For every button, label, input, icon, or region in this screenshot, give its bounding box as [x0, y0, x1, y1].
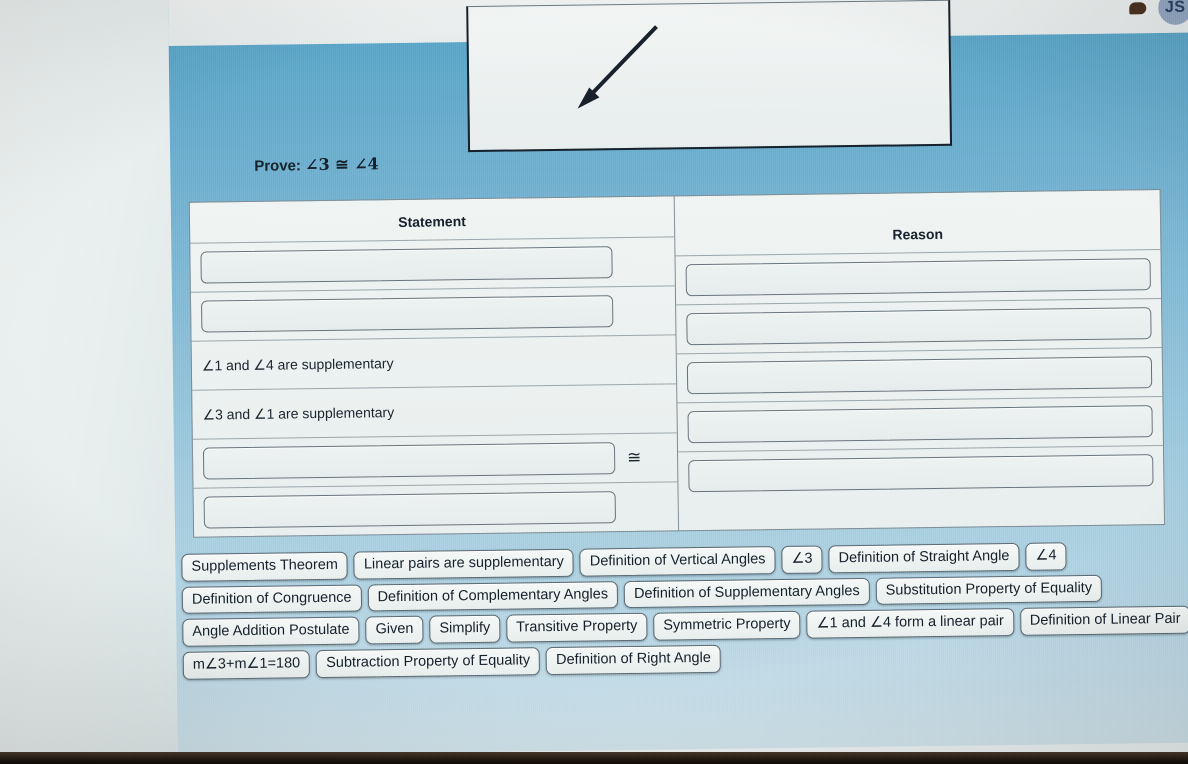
answer-chip[interactable]: Subtraction Property of Equality	[316, 647, 541, 678]
statement-column-header: Statement	[398, 213, 466, 231]
answer-chip[interactable]: Simplify	[429, 615, 501, 644]
table-row	[190, 285, 676, 341]
statement-dropzone-5[interactable]	[202, 442, 616, 480]
two-column-proof-table: Statement ∠1 and ∠4 are supplementary ∠3…	[188, 189, 1166, 538]
reason-dropzone-5[interactable]	[688, 454, 1154, 493]
table-row	[675, 249, 1162, 305]
answer-chip[interactable]: ∠3	[781, 545, 823, 574]
answer-chip[interactable]: Supplements Theorem	[181, 551, 349, 582]
prove-statement: Prove: ∠3 ≅ ∠4	[254, 154, 379, 175]
answer-chip[interactable]: Substitution Property of Equality	[875, 574, 1103, 606]
answer-chip[interactable]: Given	[365, 616, 424, 645]
reason-dropzone-1[interactable]	[685, 258, 1151, 297]
table-row: ≅	[192, 432, 678, 488]
answer-chip[interactable]: Definition of Supplementary Angles	[623, 577, 870, 609]
table-row: ∠1 and ∠4 are supplementary	[191, 334, 677, 390]
table-row	[190, 236, 675, 292]
screen-glare-left	[0, 0, 186, 755]
application-viewport: JS Prove: ∠3 ≅ ∠4 Statement ∠1 and ∠4 ar…	[168, 0, 1188, 756]
answer-bank: Supplements Theorem Linear pairs are sup…	[177, 541, 1188, 680]
congruence-symbol: ≅	[626, 447, 642, 469]
table-row: ∠3 and ∠1 are supplementary	[192, 383, 677, 439]
photographed-screen: JS Prove: ∠3 ≅ ∠4 Statement ∠1 and ∠4 ar…	[0, 0, 1188, 764]
reason-dropzone-2[interactable]	[686, 307, 1152, 346]
answer-chip[interactable]: Transitive Property	[506, 613, 648, 643]
message-icon[interactable]	[1129, 2, 1147, 15]
answer-chip[interactable]: Definition of Vertical Angles	[579, 546, 776, 577]
answer-chip[interactable]: Definition of Complementary Angles	[367, 580, 619, 612]
reason-dropzone-4[interactable]	[687, 405, 1153, 444]
answer-chip[interactable]: Definition of Straight Angle	[828, 542, 1020, 574]
table-row	[676, 347, 1163, 403]
reason-column: Reason	[675, 190, 1164, 530]
answer-chip[interactable]: Symmetric Property	[653, 611, 801, 641]
answer-chip[interactable]: m∠3+m∠1=180	[182, 650, 311, 680]
table-row	[193, 481, 679, 537]
answer-chip[interactable]: Definition of Linear Pair	[1019, 606, 1188, 636]
table-row	[678, 445, 1164, 501]
answer-chip[interactable]: Linear pairs are supplementary	[353, 548, 574, 580]
reason-dropzone-3[interactable]	[686, 356, 1153, 395]
prove-label: Prove:	[254, 157, 302, 175]
answer-chip[interactable]: Angle Addition Postulate	[182, 616, 360, 647]
answer-chip[interactable]: Definition of Right Angle	[545, 644, 722, 675]
answer-chip[interactable]: Definition of Congruence	[181, 584, 362, 615]
prove-expression: ∠3 ≅ ∠4	[304, 154, 379, 175]
answer-chip[interactable]: ∠4	[1025, 542, 1067, 571]
geometry-figure-panel	[466, 0, 953, 153]
statement-text-3: ∠1 and ∠4 are supplementary	[201, 354, 394, 374]
answer-chip[interactable]: ∠1 and ∠4 form a linear pair	[806, 608, 1014, 639]
statement-column: Statement ∠1 and ∠4 are supplementary ∠3…	[189, 196, 680, 537]
table-row	[676, 298, 1162, 354]
figure-drawing	[577, 25, 658, 109]
screen-bezel-bottom	[0, 752, 1188, 764]
header-right-cluster: JS	[1129, 0, 1188, 26]
table-row	[677, 396, 1163, 452]
statement-dropzone-1[interactable]	[200, 246, 613, 284]
statement-dropzone-6[interactable]	[203, 491, 616, 529]
avatar[interactable]: JS	[1158, 0, 1188, 26]
reason-column-header: Reason	[892, 225, 944, 243]
statement-text-4: ∠3 and ∠1 are supplementary	[202, 403, 395, 423]
statement-dropzone-2[interactable]	[201, 295, 614, 333]
arrow-down-left-icon	[577, 25, 658, 109]
